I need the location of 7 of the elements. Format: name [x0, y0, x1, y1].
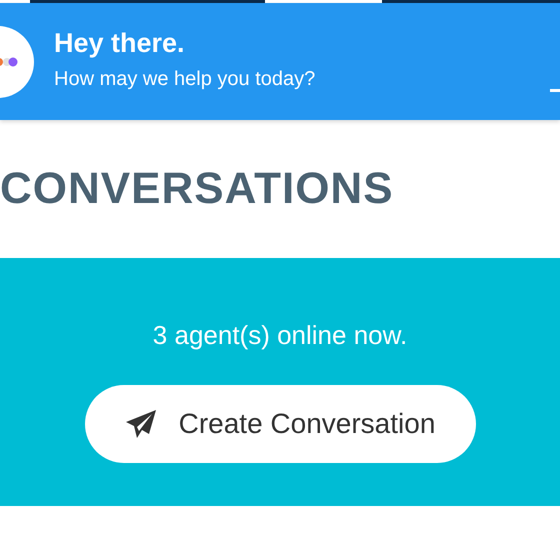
send-icon	[124, 409, 157, 439]
minimize-icon[interactable]	[550, 89, 560, 92]
header-subtitle: How may we help you today?	[54, 67, 316, 92]
create-conversation-button[interactable]: Create Conversation	[84, 385, 476, 463]
agents-status: 3 agent(s) online now.	[152, 319, 408, 352]
section-title: CONVERSATIONS	[0, 163, 395, 215]
header-title: Hey there.	[54, 28, 186, 58]
